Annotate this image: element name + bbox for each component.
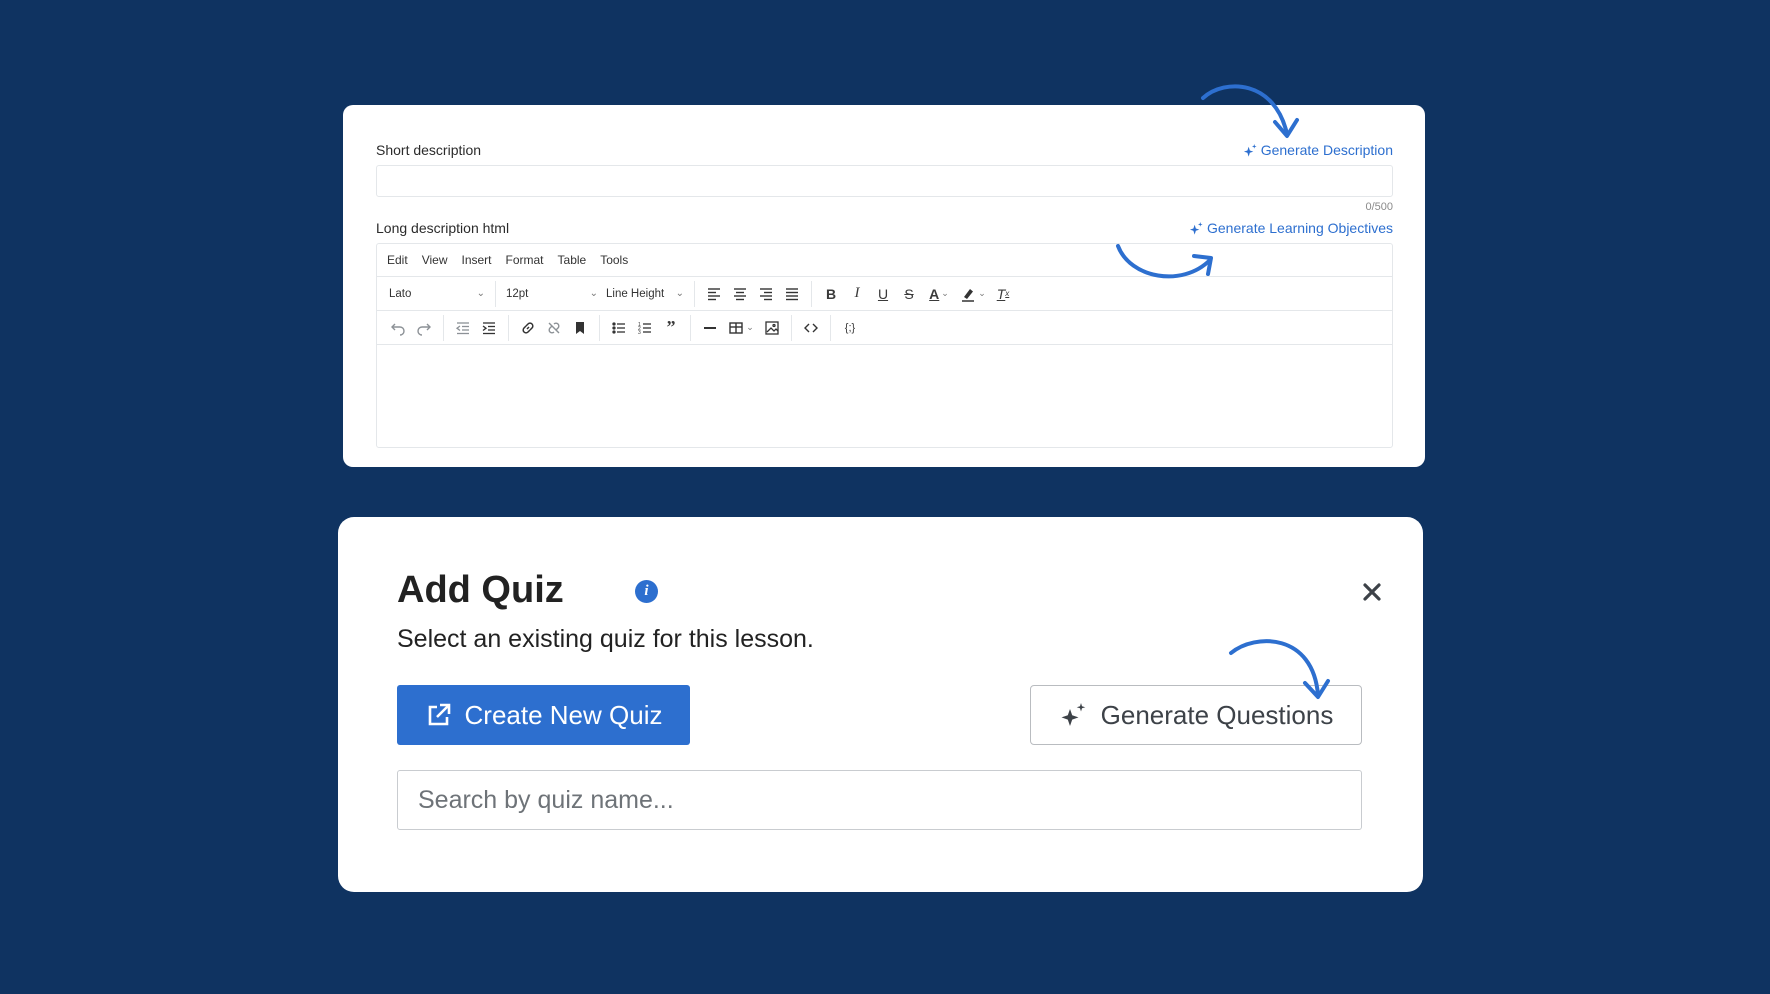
editor-menubar: Edit View Insert Format Table Tools: [377, 244, 1392, 276]
template-variable-icon[interactable]: {;}: [837, 315, 863, 341]
unlink-icon[interactable]: [541, 315, 567, 341]
sparkle-icon: [1189, 221, 1203, 235]
align-right-icon[interactable]: [753, 281, 779, 307]
dialog-title: Add Quiz: [397, 569, 564, 611]
char-counter: 0/500: [1365, 201, 1393, 213]
font-size-value: 12pt: [506, 287, 529, 300]
sparkle-icon: [1243, 143, 1257, 157]
toolbar-divider: [811, 280, 812, 307]
editor-content-area[interactable]: [377, 344, 1392, 448]
short-description-label: Short description: [376, 142, 482, 158]
toolbar-divider: [495, 280, 496, 307]
image-icon[interactable]: [759, 315, 785, 341]
add-quiz-dialog: Add Quiz i Select an existing quiz for t…: [338, 517, 1423, 892]
font-family-select[interactable]: Lato ⌄: [385, 281, 489, 307]
menu-tools[interactable]: Tools: [600, 253, 628, 267]
editor-toolbar-row1: Lato ⌄ 12pt ⌄ Line Height ⌄ B I U S A ⌄ ⌄: [377, 276, 1392, 310]
generate-objectives-link[interactable]: Generate Learning Objectives: [1189, 220, 1393, 236]
toolbar-divider: [599, 314, 600, 341]
numbered-list-icon[interactable]: 123: [632, 315, 658, 341]
align-justify-icon[interactable]: [779, 281, 805, 307]
sparkle-icon: [1061, 703, 1085, 726]
code-icon[interactable]: [798, 315, 824, 341]
menu-edit[interactable]: Edit: [387, 253, 408, 267]
create-new-quiz-button[interactable]: Create New Quiz: [397, 685, 690, 745]
indent-icon[interactable]: [476, 315, 502, 341]
chevron-down-icon: ⌄: [941, 288, 949, 298]
rich-text-editor: Edit View Insert Format Table Tools Lato…: [376, 243, 1393, 448]
toolbar-divider: [508, 314, 509, 341]
menu-table[interactable]: Table: [558, 253, 587, 267]
chevron-down-icon: ⌄: [978, 288, 986, 298]
link-icon[interactable]: [515, 315, 541, 341]
external-link-icon: [428, 703, 450, 726]
blockquote-icon[interactable]: ”: [658, 315, 684, 341]
bookmark-icon[interactable]: [567, 315, 593, 341]
menu-format[interactable]: Format: [506, 253, 544, 267]
toolbar-divider: [690, 314, 691, 341]
svg-text:3: 3: [638, 330, 641, 336]
font-family-value: Lato: [389, 287, 412, 300]
chevron-down-icon: ⌄: [746, 322, 754, 332]
highlight-icon[interactable]: ⌄: [956, 281, 990, 307]
italic-icon[interactable]: I: [844, 281, 870, 307]
table-icon[interactable]: ⌄: [723, 315, 759, 341]
toolbar-divider: [443, 314, 444, 341]
menu-view[interactable]: View: [422, 253, 448, 267]
strikethrough-icon[interactable]: S: [896, 281, 922, 307]
toolbar-divider: [791, 314, 792, 341]
redo-icon[interactable]: [411, 315, 437, 341]
generate-objectives-label: Generate Learning Objectives: [1207, 220, 1393, 236]
toolbar-divider: [694, 280, 695, 307]
generate-description-label: Generate Description: [1260, 142, 1393, 158]
horizontal-rule-icon[interactable]: [697, 315, 723, 341]
menu-insert[interactable]: Insert: [461, 253, 491, 267]
generate-questions-button[interactable]: Generate Questions: [1030, 685, 1362, 745]
undo-icon[interactable]: [385, 315, 411, 341]
align-center-icon[interactable]: [727, 281, 753, 307]
bullet-list-icon[interactable]: [606, 315, 632, 341]
text-color-icon[interactable]: A ⌄: [922, 281, 956, 307]
short-description-input[interactable]: [376, 165, 1393, 197]
generate-description-link[interactable]: Generate Description: [1243, 142, 1393, 158]
toolbar-divider: [830, 314, 831, 341]
clear-format-icon[interactable]: Tx: [990, 281, 1016, 307]
info-icon[interactable]: i: [635, 580, 658, 603]
chevron-down-icon: ⌄: [476, 288, 485, 299]
chevron-down-icon: ⌄: [589, 288, 598, 299]
outdent-icon[interactable]: [450, 315, 476, 341]
chevron-down-icon: ⌄: [675, 288, 684, 299]
bold-icon[interactable]: B: [818, 281, 844, 307]
dialog-subtitle: Select an existing quiz for this lesson.: [397, 625, 814, 653]
editor-toolbar-row2: 123 ” ⌄ {;}: [377, 310, 1392, 344]
line-height-value: Line Height: [606, 287, 665, 300]
create-new-quiz-label: Create New Quiz: [464, 699, 663, 730]
quiz-search-input[interactable]: [397, 770, 1362, 830]
underline-icon[interactable]: U: [870, 281, 896, 307]
generate-questions-label: Generate Questions: [1100, 699, 1334, 730]
font-size-select[interactable]: 12pt ⌄: [502, 281, 602, 307]
description-panel: Short description Generate Description 0…: [343, 105, 1425, 467]
long-description-label: Long description html: [376, 220, 510, 236]
close-icon[interactable]: [1359, 579, 1385, 605]
line-height-select[interactable]: Line Height ⌄: [602, 281, 688, 307]
align-left-icon[interactable]: [701, 281, 727, 307]
